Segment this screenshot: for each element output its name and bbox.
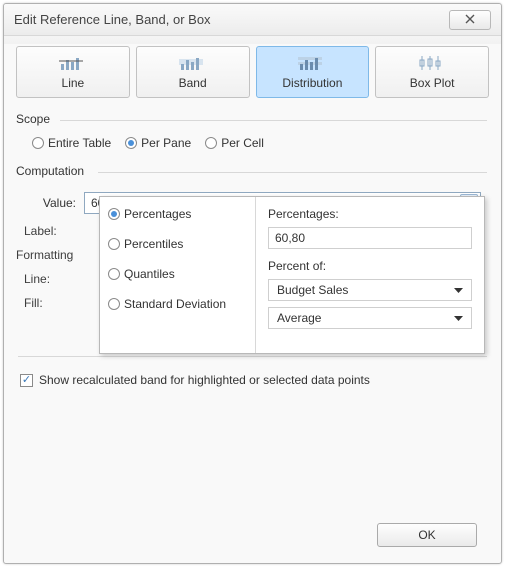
percent-of-agg-select[interactable]: Average — [268, 307, 472, 329]
percentages-input[interactable]: 60,80 — [268, 227, 472, 249]
band-icon — [179, 54, 207, 72]
dialog-footer: OK — [377, 523, 477, 547]
tab-band-label: Band — [179, 76, 207, 90]
radio-icon — [32, 137, 44, 149]
ok-button[interactable]: OK — [377, 523, 477, 547]
scope-per-cell[interactable]: Per Cell — [205, 136, 264, 150]
radio-icon — [108, 268, 120, 280]
chevron-down-icon — [454, 311, 469, 325]
distribution-config: Percentages: 60,80 Percent of: Budget Sa… — [256, 197, 484, 353]
option-percentages[interactable]: Percentages — [108, 207, 247, 221]
percent-of-field-select[interactable]: Budget Sales — [268, 279, 472, 301]
chevron-down-icon — [454, 283, 469, 297]
titlebar: Edit Reference Line, Band, or Box — [4, 4, 501, 36]
value-label: Value: — [24, 196, 84, 210]
value-dropdown-popup: Percentages Percentiles Quantiles Standa… — [99, 196, 485, 354]
computation-heading: Computation — [16, 164, 489, 178]
radio-icon — [108, 208, 120, 220]
label-label: Label: — [24, 224, 57, 238]
tab-distribution[interactable]: Distribution — [256, 46, 370, 98]
percentages-heading: Percentages: — [268, 207, 472, 221]
fill-label: Fill: — [24, 296, 43, 310]
tab-distribution-label: Distribution — [282, 76, 342, 90]
type-tabs: Line Band Distribution Box Plot — [16, 46, 489, 98]
line-icon — [59, 54, 87, 72]
radio-icon — [108, 298, 120, 310]
tab-band[interactable]: Band — [136, 46, 250, 98]
tab-line-label: Line — [62, 76, 85, 90]
scope-options: Entire Table Per Pane Per Cell — [16, 130, 489, 164]
scope-entire-table[interactable]: Entire Table — [32, 136, 111, 150]
formatting-label: Formatting — [16, 248, 81, 262]
line-label: Line: — [24, 272, 50, 286]
radio-icon — [125, 137, 137, 149]
tab-boxplot[interactable]: Box Plot — [375, 46, 489, 98]
dialog-edit-reference: Edit Reference Line, Band, or Box Line B… — [3, 3, 502, 564]
option-quantiles[interactable]: Quantiles — [108, 267, 247, 281]
close-icon — [465, 13, 475, 27]
tab-boxplot-label: Box Plot — [410, 76, 455, 90]
distribution-icon — [298, 54, 326, 72]
radio-icon — [108, 238, 120, 250]
boxplot-icon — [418, 54, 446, 72]
option-standard-deviation[interactable]: Standard Deviation — [108, 297, 247, 311]
close-button[interactable] — [449, 10, 491, 30]
option-percentiles[interactable]: Percentiles — [108, 237, 247, 251]
checkbox-icon — [20, 374, 33, 387]
radio-icon — [205, 137, 217, 149]
tab-line[interactable]: Line — [16, 46, 130, 98]
recalc-option[interactable]: Show recalculated band for highlighted o… — [16, 373, 489, 387]
distribution-type-list: Percentages Percentiles Quantiles Standa… — [100, 197, 256, 353]
scope-heading: Scope — [16, 112, 489, 126]
scope-per-pane[interactable]: Per Pane — [125, 136, 191, 150]
divider — [18, 356, 487, 357]
window-title: Edit Reference Line, Band, or Box — [14, 12, 211, 27]
percent-of-heading: Percent of: — [268, 259, 472, 273]
